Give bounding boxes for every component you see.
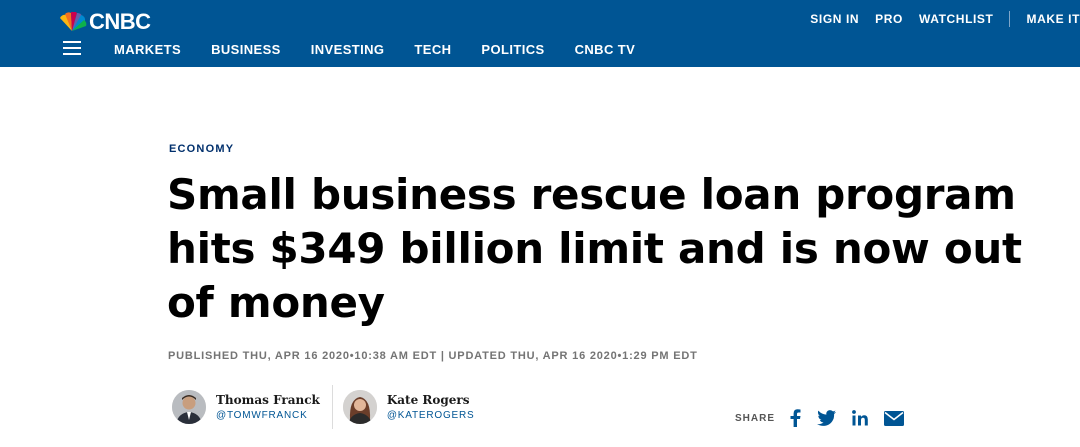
watchlist-link[interactable]: WATCHLIST [919, 12, 994, 26]
top-links: SIGN IN PRO WATCHLIST MAKE IT [794, 11, 1080, 27]
avatar [342, 390, 377, 424]
sign-in-link[interactable]: SIGN IN [810, 12, 859, 26]
main-nav: MARKETS BUSINESS INVESTING TECH POLITICS… [114, 42, 665, 57]
author-handle[interactable]: @KATEROGERS [387, 410, 475, 421]
author-info: Kate Rogers @KATEROGERS [387, 393, 475, 421]
author-divider [331, 385, 333, 429]
linkedin-icon[interactable] [852, 410, 868, 426]
nav-item-investing[interactable]: INVESTING [311, 42, 385, 57]
top-links-divider [1009, 11, 1011, 27]
share-bar: SHARE [735, 409, 920, 427]
peacock-icon [60, 12, 87, 32]
author-name[interactable]: Kate Rogers [387, 393, 475, 407]
author-info: Thomas Franck @TOMWFRANCK [216, 393, 320, 421]
nav-item-politics[interactable]: POLITICS [481, 42, 544, 57]
top-header: CNBC SIGN IN PRO WATCHLIST MAKE IT MARKE… [0, 0, 1080, 67]
author-byline[interactable]: Kate Rogers @KATEROGERS [342, 390, 475, 424]
author-name[interactable]: Thomas Franck [216, 393, 320, 407]
article-headline: Small business rescue loan program hits … [167, 170, 1022, 327]
twitter-icon[interactable] [817, 410, 837, 426]
pro-link[interactable]: PRO [875, 12, 903, 26]
cnbc-logo[interactable]: CNBC [57, 9, 151, 35]
share-label: SHARE [735, 412, 776, 424]
nav-item-business[interactable]: BUSINESS [211, 42, 281, 57]
logo-text: CNBC [89, 9, 151, 34]
nav-item-markets[interactable]: MARKETS [114, 42, 181, 57]
article-timestamps: PUBLISHED THU, APR 16 2020•10:38 AM EDT … [168, 350, 698, 362]
facebook-icon[interactable] [789, 409, 801, 427]
email-icon[interactable] [884, 410, 905, 426]
avatar [172, 390, 206, 424]
nav-item-tech[interactable]: TECH [414, 42, 451, 57]
author-handle[interactable]: @TOMWFRANCK [216, 410, 320, 421]
author-bylines: Thomas Franck @TOMWFRANCK Kate Rogers @K… [172, 385, 475, 429]
make-it-link[interactable]: MAKE IT [1026, 12, 1080, 26]
author-byline[interactable]: Thomas Franck @TOMWFRANCK [172, 390, 320, 424]
article-category[interactable]: ECONOMY [169, 143, 234, 155]
nav-item-cnbc-tv[interactable]: CNBC TV [575, 42, 636, 57]
hamburger-menu-icon[interactable] [63, 41, 81, 56]
